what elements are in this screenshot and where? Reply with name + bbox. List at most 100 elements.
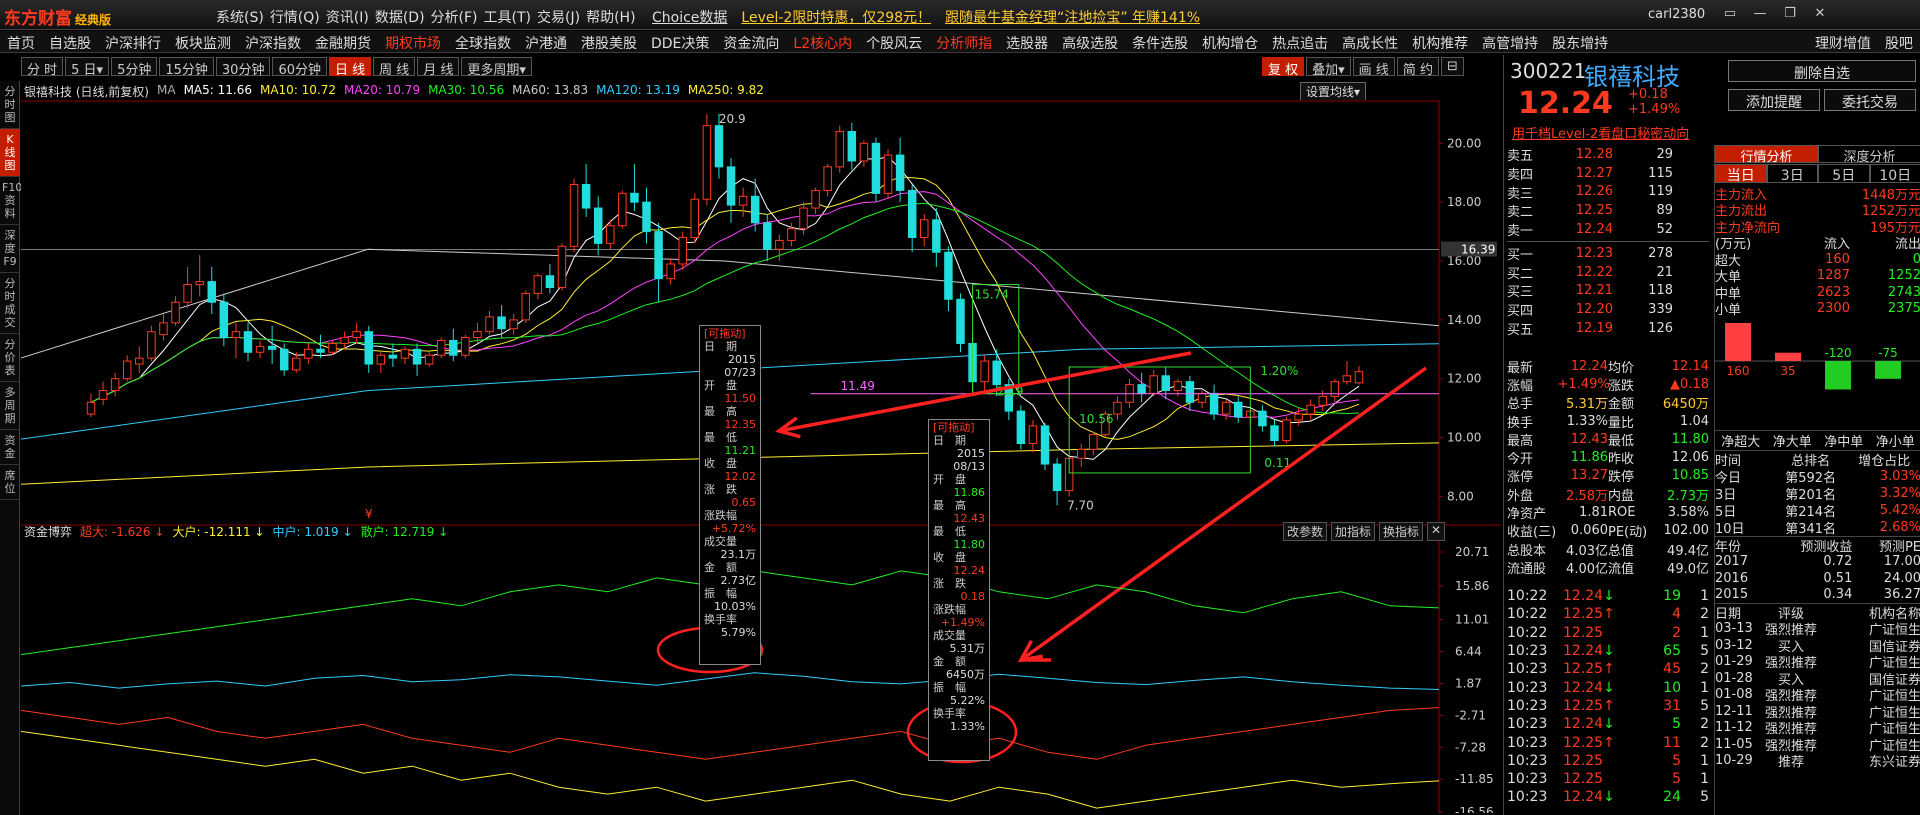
nav-item[interactable]: 资金流向 (716, 31, 786, 52)
broker-row[interactable]: 11-12 强烈推荐 广证恒生 (1715, 720, 1920, 737)
system-menu-item[interactable]: 分析(F) (429, 7, 480, 27)
chart-tool-button[interactable]: ⊟ (1440, 57, 1464, 76)
nav-item[interactable]: 股东增持 (1545, 31, 1615, 52)
nav-item[interactable]: 板块监测 (168, 31, 238, 52)
nav-item[interactable]: 高成长性 (1335, 31, 1405, 52)
system-menu-item[interactable]: 帮助(H) (584, 7, 637, 27)
broker-row[interactable]: 01-08 强烈推荐 广证恒生 (1715, 687, 1920, 704)
tick-list[interactable]: 10:22 12.24↓ 19 1 10:22 12.25↑ 4 2 10:22 12.25 2 1 1… (1507, 587, 1709, 807)
system-menu-item[interactable]: 交易(J) (535, 7, 582, 27)
candle-tooltip[interactable]: [可拖动] 日 期 2015 07/23 开 盘 11.50 最 高 12.35 最 低 11.2… (699, 325, 761, 665)
chart-tool-button[interactable]: 简 约 (1396, 57, 1439, 78)
promo-link[interactable]: Choice数据 (652, 7, 727, 27)
remove-watchlist-button[interactable]: 删除自选 (1728, 60, 1916, 82)
chart-tool-button[interactable]: 叠加▾ (1306, 57, 1351, 78)
nav-item[interactable]: 选股器 (999, 31, 1055, 52)
nav-item[interactable]: 全球指数 (448, 31, 518, 52)
nav-item[interactable]: 港股美股 (574, 31, 644, 52)
nav-item[interactable]: 条件选股 (1125, 31, 1195, 52)
system-menu-item[interactable]: 资讯(I) (324, 7, 371, 27)
nav-item[interactable]: 热点追击 (1265, 31, 1335, 52)
indicator-button[interactable]: 加指标 (1331, 522, 1376, 541)
system-menu-item[interactable]: 系统(S) (214, 7, 266, 27)
order-book-row[interactable]: 卖四 12.27 115 (1507, 164, 1709, 183)
view-tab[interactable]: 资金 (0, 430, 20, 465)
broker-row[interactable]: 01-29 强烈推荐 广证恒生 (1715, 654, 1920, 671)
period-button[interactable]: 周 线 (373, 57, 416, 78)
kline-chart[interactable]: 20.0018.0016.0014.0012.0010.008.0016.392… (21, 100, 1501, 813)
period-button[interactable]: 30分钟 (215, 57, 271, 78)
analysis-tab[interactable]: 行情分析 (1715, 145, 1818, 165)
view-tab[interactable]: 分时成交 (0, 273, 20, 334)
period-button[interactable]: 日 线 (329, 57, 372, 78)
broker-row[interactable]: 01-28 买入 国信证券 (1715, 670, 1920, 688)
order-book-row[interactable]: 买三 12.21 118 (1507, 282, 1709, 300)
promo-link[interactable]: Level-2限时特惠，仅298元！ (741, 7, 931, 27)
broker-row[interactable]: 03-13 强烈推荐 广证恒生 (1715, 621, 1920, 638)
nav-item[interactable]: 股吧 (1878, 31, 1920, 52)
order-book-row[interactable]: 买二 12.22 21 (1507, 263, 1709, 282)
order-book-row[interactable]: 卖二 12.25 89 (1507, 201, 1709, 220)
day-tab[interactable]: 10日 (1869, 164, 1920, 184)
view-tab[interactable]: 多周期 (0, 382, 20, 430)
nav-item[interactable]: 沪港通 (518, 31, 574, 52)
broker-row[interactable]: 10-29 推荐 东兴证券 (1715, 753, 1920, 770)
period-button[interactable]: 分 时 (21, 57, 64, 78)
nav-item[interactable]: 沪深指数 (238, 31, 308, 52)
day-tab[interactable]: 当日 (1715, 164, 1767, 184)
nav-item[interactable]: 首页 (0, 31, 42, 52)
nav-item[interactable]: 沪深排行 (98, 31, 168, 52)
nav-item[interactable]: DDE决策 (644, 31, 716, 52)
candle-tooltip[interactable]: [可拖动] 日 期 2015 08/13 开 盘 11.86 最 高 12.43 最 低 11.8… (928, 419, 990, 761)
chart-tool-button[interactable]: 画 线 (1352, 57, 1395, 78)
window-control-icon[interactable]: — (1750, 6, 1770, 21)
period-button[interactable]: 月 线 (417, 57, 460, 78)
period-button[interactable]: 更多周期▾ (461, 57, 532, 78)
nav-item[interactable]: 期权市场 (378, 31, 448, 52)
order-book-row[interactable]: 买一 12.23 278 (1507, 244, 1709, 263)
window-control-icon[interactable]: ✕ (1810, 6, 1830, 21)
order-book-row[interactable]: 买五 12.19 126 (1507, 319, 1709, 338)
view-tab[interactable]: F10资料 (0, 177, 22, 225)
nav-item[interactable]: 理财增值 (1808, 31, 1878, 52)
promo-link[interactable]: 跟随最牛基金经理“注地捡宝” 年赚141% (945, 7, 1200, 27)
nav-item[interactable]: 机构推荐 (1405, 31, 1475, 52)
window-control-icon[interactable]: ▭ (1720, 6, 1740, 21)
system-menu-item[interactable]: 数据(D) (373, 7, 427, 27)
period-button[interactable]: 60分钟 (272, 57, 327, 78)
broker-row[interactable]: 03-12 买入 国信证券 (1715, 637, 1920, 655)
day-tab[interactable]: 5日 (1818, 164, 1870, 184)
nav-item[interactable]: 高管增持 (1475, 31, 1545, 52)
analysis-tab[interactable]: 深度分析 (1818, 145, 1920, 165)
user-name[interactable]: carl2380 (1648, 7, 1705, 22)
day-tab[interactable]: 3日 (1766, 164, 1818, 184)
order-book-row[interactable]: 卖五 12.28 29 (1507, 145, 1709, 164)
indicator-button[interactable]: ✕ (1427, 522, 1446, 541)
nav-item[interactable]: 金融期货 (308, 31, 378, 52)
nav-item[interactable]: 分析师指 (929, 31, 999, 52)
broker-row[interactable]: 12-11 强烈推荐 广证恒生 (1715, 703, 1920, 721)
window-control-icon[interactable]: ❐ (1780, 6, 1800, 21)
indicator-button[interactable]: 换指标 (1379, 522, 1424, 541)
order-book-row[interactable]: 卖三 12.26 119 (1507, 183, 1709, 201)
order-book-row[interactable]: 买四 12.20 339 (1507, 300, 1709, 319)
period-button[interactable]: 15分钟 (159, 57, 214, 78)
view-tab[interactable]: K线图 (0, 129, 20, 177)
broker-row[interactable]: 11-05 强烈推荐 广证恒生 (1715, 736, 1920, 754)
view-tab[interactable]: 深度F9 (0, 225, 20, 273)
period-button[interactable]: 5 日▾ (65, 57, 110, 78)
level2-link[interactable]: 用千档Level-2看盘口秘密动向 (1512, 123, 1689, 142)
nav-item[interactable]: 自选股 (42, 31, 98, 52)
nav-item[interactable]: 个股风云 (859, 31, 929, 52)
period-button[interactable]: 5分钟 (111, 57, 158, 78)
system-menu-item[interactable]: 工具(T) (482, 7, 533, 27)
view-tab[interactable]: 分价表 (0, 334, 20, 382)
ma-settings-button[interactable]: 设置均线▾ (1300, 82, 1367, 101)
view-tab[interactable]: 席位 (0, 465, 20, 500)
chart-tool-button[interactable]: 复 权 (1262, 57, 1305, 78)
add-alert-button[interactable]: 添加提醒 (1728, 89, 1820, 111)
nav-item[interactable]: L2核心内 (786, 31, 859, 52)
view-tab[interactable]: 分时图 (0, 81, 20, 129)
trade-order-button[interactable]: 委托交易 (1824, 89, 1916, 111)
order-book-row[interactable]: 卖一 12.24 52 (1507, 220, 1709, 239)
